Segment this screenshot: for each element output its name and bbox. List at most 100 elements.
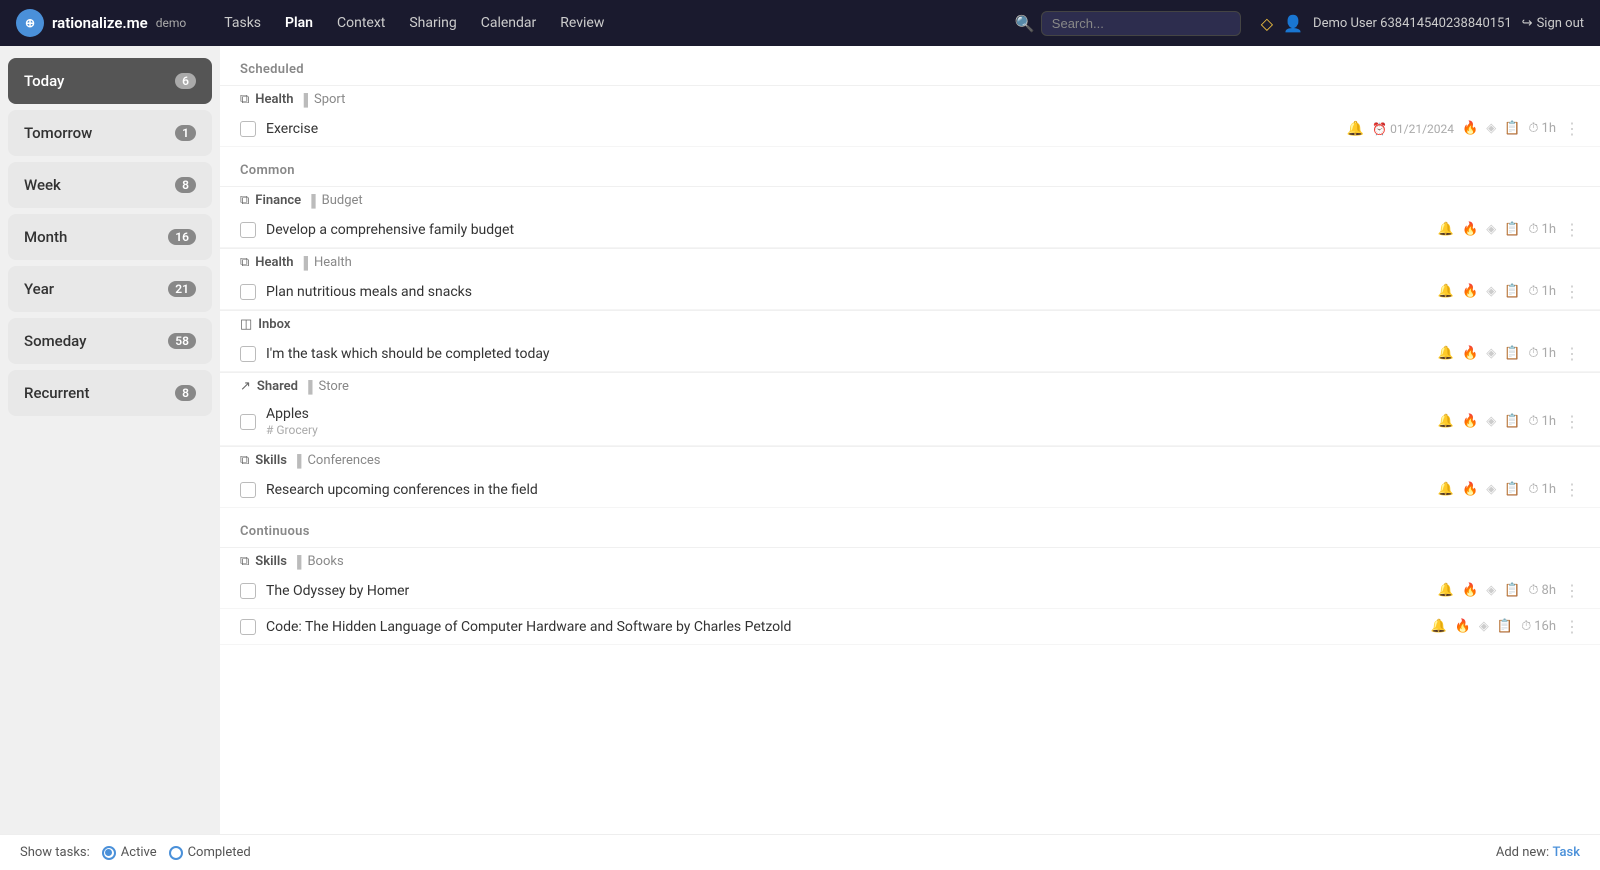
fire-icon-apples[interactable]: 🔥	[1462, 414, 1478, 429]
fire-icon-meals[interactable]: 🔥	[1462, 284, 1478, 299]
bell-icon-meals[interactable]: 🔔	[1438, 284, 1454, 299]
completed-radio-option[interactable]: Completed	[169, 845, 251, 860]
box-icon-inbox: ◫	[240, 317, 252, 332]
sidebar: Today 6 Tomorrow 1 Week 8 Month 16 Year …	[0, 46, 220, 834]
show-tasks-label: Show tasks:	[20, 845, 90, 860]
notes-icon-conferences[interactable]: 📋	[1504, 482, 1520, 497]
sidebar-item-tomorrow[interactable]: Tomorrow 1	[8, 110, 212, 156]
bar-icon-skills-books: ▐	[293, 555, 302, 569]
bell-icon-odyssey[interactable]: 🔔	[1438, 583, 1454, 598]
task-actions-apples: 🔔 🔥 ◈ 📋 ⏱ 1h ⋮	[1438, 412, 1580, 431]
add-task-link[interactable]: Task	[1552, 845, 1580, 860]
category-conferences-label: Conferences	[307, 453, 380, 468]
nav-review[interactable]: Review	[550, 11, 614, 35]
task-checkbox-family-budget[interactable]	[240, 222, 256, 238]
sidebar-item-today[interactable]: Today 6	[8, 58, 212, 104]
completed-radio-dot	[169, 846, 183, 860]
nav-sharing[interactable]: Sharing	[399, 11, 466, 35]
task-actions-exercise: 🔔 ⏰ 01/21/2024 🔥 ◈ 📋 ⏱ 1h ⋮	[1347, 119, 1580, 138]
task-tag-apples: # Grocery	[266, 423, 1428, 437]
nav-context[interactable]: Context	[327, 11, 395, 35]
task-checkbox-code-book[interactable]	[240, 619, 256, 635]
task-checkbox-inbox[interactable]	[240, 346, 256, 362]
bar-icon-health-health: ▐	[299, 256, 308, 270]
fire-icon-inbox[interactable]: 🔥	[1462, 346, 1478, 361]
task-name-col-meals: Plan nutritious meals and snacks	[266, 284, 1428, 300]
more-icon-apples[interactable]: ⋮	[1564, 412, 1580, 431]
bell-icon-family-budget[interactable]: 🔔	[1438, 222, 1454, 237]
active-label: Active	[121, 845, 157, 860]
category-health2-label: Health	[255, 255, 293, 270]
notes-icon-exercise[interactable]: 📋	[1504, 121, 1520, 136]
more-icon-exercise[interactable]: ⋮	[1564, 119, 1580, 138]
bell-icon-inbox[interactable]: 🔔	[1438, 346, 1454, 361]
active-radio-option[interactable]: Active	[102, 845, 157, 860]
category-shared-store: ↗ Shared ▐ Store	[220, 372, 1600, 398]
task-name-odyssey: The Odyssey by Homer	[266, 583, 1428, 599]
notes-icon-code-book[interactable]: 📋	[1497, 619, 1513, 634]
diamond-icon-apples[interactable]: ◈	[1486, 414, 1496, 429]
more-icon-meals[interactable]: ⋮	[1564, 282, 1580, 301]
task-row-meals: Plan nutritious meals and snacks 🔔 🔥 ◈ 📋…	[220, 274, 1600, 310]
logo-icon: ⊕	[16, 9, 44, 37]
task-time-apples: ⏱ 1h	[1528, 414, 1556, 429]
bell-icon-exercise[interactable]: 🔔	[1347, 121, 1364, 137]
fire-icon-code-book[interactable]: 🔥	[1455, 619, 1471, 634]
more-icon-odyssey[interactable]: ⋮	[1564, 581, 1580, 600]
search-icon[interactable]: 🔍	[1015, 14, 1035, 33]
nav-tasks[interactable]: Tasks	[214, 11, 271, 35]
bell-icon-conferences[interactable]: 🔔	[1438, 482, 1454, 497]
notes-icon-family-budget[interactable]: 📋	[1504, 222, 1520, 237]
fire-icon-odyssey[interactable]: 🔥	[1462, 583, 1478, 598]
sidebar-month-badge: 16	[168, 229, 196, 245]
sidebar-recurrent-badge: 8	[175, 385, 196, 401]
bell-icon-apples[interactable]: 🔔	[1438, 414, 1454, 429]
main-layout: Today 6 Tomorrow 1 Week 8 Month 16 Year …	[0, 46, 1600, 834]
task-actions-meals: 🔔 🔥 ◈ 📋 ⏱ 1h ⋮	[1438, 282, 1580, 301]
sidebar-item-week[interactable]: Week 8	[8, 162, 212, 208]
more-icon-conferences[interactable]: ⋮	[1564, 480, 1580, 499]
more-icon-family-budget[interactable]: ⋮	[1564, 220, 1580, 239]
task-name-apples: Apples	[266, 406, 1428, 422]
task-checkbox-apples[interactable]	[240, 414, 256, 430]
diamond-icon-code-book[interactable]: ◈	[1479, 619, 1489, 634]
diamond-icon-odyssey[interactable]: ◈	[1486, 583, 1496, 598]
diamond-icon-inbox[interactable]: ◈	[1486, 346, 1496, 361]
task-checkbox-odyssey[interactable]	[240, 583, 256, 599]
task-time-exercise: ⏱ 1h	[1528, 121, 1556, 136]
bell-icon-code-book[interactable]: 🔔	[1431, 619, 1447, 634]
notes-icon-odyssey[interactable]: 📋	[1504, 583, 1520, 598]
sidebar-someday-label: Someday	[24, 332, 86, 350]
task-checkbox-exercise[interactable]	[240, 121, 256, 137]
bottom-bar: Show tasks: Active Completed Add new: Ta…	[0, 834, 1600, 870]
search-input[interactable]	[1041, 11, 1241, 36]
notes-icon-inbox[interactable]: 📋	[1504, 346, 1520, 361]
sidebar-item-year[interactable]: Year 21	[8, 266, 212, 312]
task-actions-odyssey: 🔔 🔥 ◈ 📋 ⏱ 8h ⋮	[1438, 581, 1580, 600]
section-common: Common	[220, 147, 1600, 186]
sidebar-item-month[interactable]: Month 16	[8, 214, 212, 260]
diamond-icon-family-budget[interactable]: ◈	[1486, 222, 1496, 237]
fire-icon-family-budget[interactable]: 🔥	[1462, 222, 1478, 237]
fire-icon-exercise[interactable]: 🔥	[1462, 121, 1478, 136]
notes-icon-meals[interactable]: 📋	[1504, 284, 1520, 299]
task-checkbox-meals[interactable]	[240, 284, 256, 300]
more-icon-code-book[interactable]: ⋮	[1564, 617, 1580, 636]
more-icon-inbox[interactable]: ⋮	[1564, 344, 1580, 363]
task-checkbox-conferences[interactable]	[240, 482, 256, 498]
nav-calendar[interactable]: Calendar	[471, 11, 547, 35]
sidebar-item-someday[interactable]: Someday 58	[8, 318, 212, 364]
notes-icon-apples[interactable]: 📋	[1504, 414, 1520, 429]
add-new-area: Add new: Task	[1496, 845, 1580, 860]
nav-plan[interactable]: Plan	[275, 11, 323, 35]
diamond-icon-meals[interactable]: ◈	[1486, 284, 1496, 299]
signout-button[interactable]: ↪ Sign out	[1522, 16, 1584, 31]
user-icon: 👤	[1283, 14, 1303, 33]
task-name-family-budget: Develop a comprehensive family budget	[266, 222, 1428, 238]
diamond-icon-conferences[interactable]: ◈	[1486, 482, 1496, 497]
sidebar-week-label: Week	[24, 176, 61, 194]
diamond-icon-exercise[interactable]: ◈	[1486, 121, 1496, 136]
task-time-meals: ⏱ 1h	[1528, 284, 1556, 299]
sidebar-item-recurrent[interactable]: Recurrent 8	[8, 370, 212, 416]
fire-icon-conferences[interactable]: 🔥	[1462, 482, 1478, 497]
